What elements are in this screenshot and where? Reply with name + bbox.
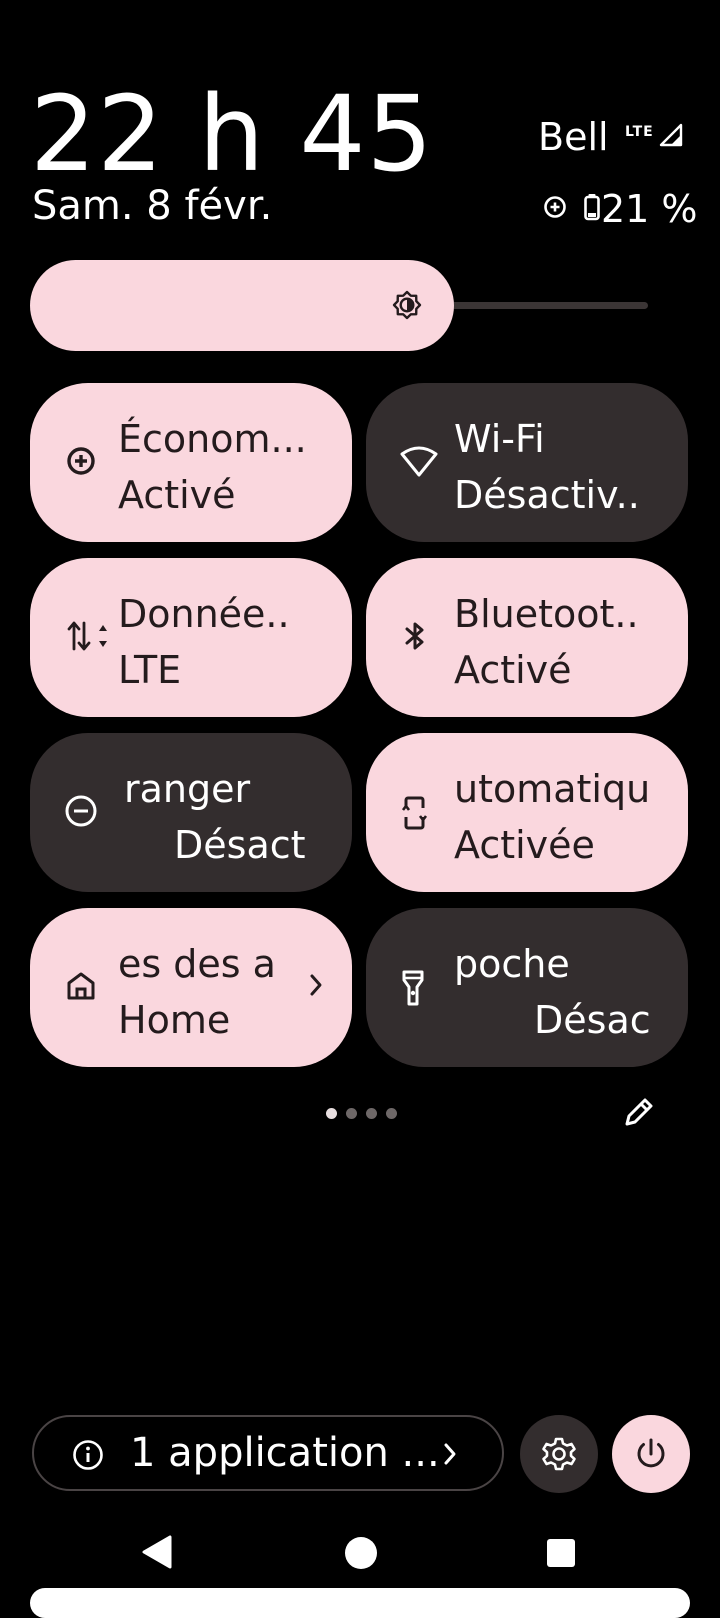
- tile-label: poche: [454, 942, 570, 986]
- tile-state: Home: [118, 998, 231, 1042]
- tile-mobile-data[interactable]: Donnée.. LTE: [30, 558, 352, 717]
- back-icon: [142, 1535, 172, 1569]
- flashlight-icon: [400, 969, 426, 1011]
- gear-icon: [542, 1437, 576, 1471]
- carrier-name: Bell: [538, 115, 609, 159]
- tile-state: Désac: [534, 998, 651, 1042]
- signal-icon: [659, 123, 683, 151]
- auto-rotate-icon: [400, 794, 430, 836]
- wifi-icon: [400, 444, 438, 482]
- info-icon: [72, 1439, 104, 1475]
- power-button[interactable]: [612, 1415, 690, 1493]
- page-dot: [346, 1108, 357, 1119]
- tile-state: Désactiv..: [454, 473, 640, 517]
- tile-state: Désact: [174, 823, 306, 867]
- tile-label: Économ...: [118, 417, 307, 461]
- edit-pencil-icon[interactable]: [622, 1095, 656, 1133]
- tile-label: utomatiqu: [454, 767, 651, 811]
- home-circle-icon: [345, 1537, 377, 1569]
- nav-home-button[interactable]: [344, 1536, 378, 1574]
- bluetooth-icon: [400, 619, 430, 657]
- date[interactable]: Sam. 8 févr.: [32, 186, 272, 226]
- settings-button[interactable]: [520, 1415, 598, 1493]
- brightness-icon: [392, 290, 422, 324]
- nav-back-button[interactable]: [140, 1534, 176, 1574]
- tile-state: Activé: [454, 648, 572, 692]
- tile-state: Activée: [454, 823, 595, 867]
- tile-label: Wi-Fi: [454, 417, 545, 461]
- tile-label: Donnée..: [118, 592, 290, 636]
- active-apps-label: 1 application ...: [130, 1430, 440, 1476]
- recents-icon: [547, 1539, 575, 1567]
- tile-state: Activé: [118, 473, 236, 517]
- tile-bluetooth[interactable]: Bluetoot.. Activé: [366, 558, 688, 717]
- battery-percent: 21 %: [601, 187, 698, 231]
- battery-saver-icon: [542, 194, 568, 224]
- tile-wifi[interactable]: Wi-Fi Désactiv..: [366, 383, 688, 542]
- tile-state: LTE: [118, 648, 182, 692]
- clock[interactable]: 22 h 45: [30, 82, 434, 186]
- tile-do-not-disturb[interactable]: ranger Désact: [30, 733, 352, 892]
- page-dot: [326, 1108, 337, 1119]
- battery-saver-icon: [64, 444, 98, 482]
- do-not-disturb-icon: [64, 794, 98, 832]
- page-dot: [366, 1108, 377, 1119]
- home-icon: [64, 969, 98, 1007]
- battery-icon: [584, 193, 600, 225]
- tile-flashlight[interactable]: poche Désac: [366, 908, 688, 1067]
- tile-label: es des a: [118, 942, 276, 986]
- mobile-data-icon: [66, 619, 110, 657]
- network-type: LTE: [625, 124, 654, 140]
- page-dot: [386, 1108, 397, 1119]
- brightness-track[interactable]: [440, 302, 648, 309]
- chevron-right-icon: [308, 972, 324, 1002]
- bottom-sheet-edge: [30, 1588, 690, 1618]
- tile-auto-rotate[interactable]: utomatiqu Activée: [366, 733, 688, 892]
- brightness-slider[interactable]: [30, 260, 454, 351]
- page-indicator: [326, 1108, 397, 1119]
- tile-label: ranger: [124, 767, 251, 811]
- tile-label: Bluetoot..: [454, 592, 639, 636]
- power-icon: [637, 1438, 665, 1468]
- tile-battery-saver[interactable]: Économ... Activé: [30, 383, 352, 542]
- chevron-right-icon: [442, 1441, 458, 1471]
- nav-recents-button[interactable]: [546, 1538, 576, 1572]
- active-apps-button[interactable]: 1 application ...: [32, 1415, 504, 1491]
- tile-home-controls[interactable]: es des a Home: [30, 908, 352, 1067]
